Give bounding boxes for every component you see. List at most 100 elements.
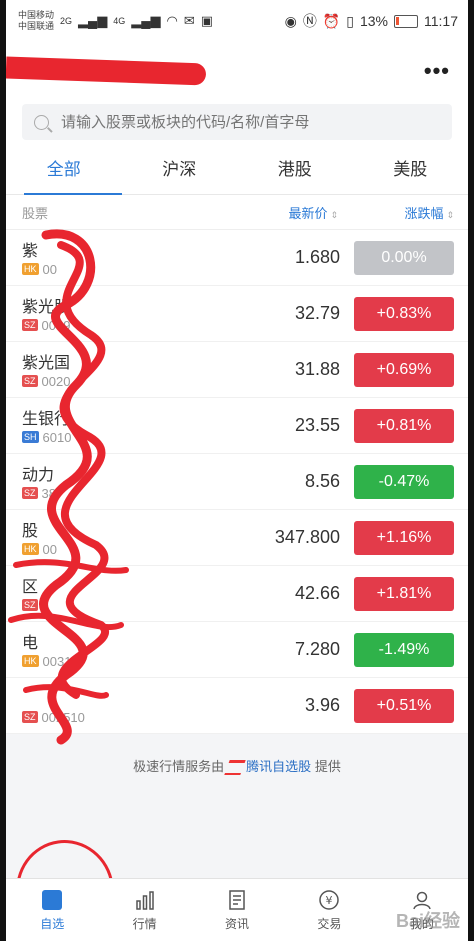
- nav-market[interactable]: 行情: [98, 879, 190, 941]
- change-badge[interactable]: +0.83%: [354, 296, 454, 331]
- stock-code: 002510: [41, 709, 85, 725]
- stock-name-cell: 电 HK 0031: [22, 622, 230, 678]
- market-badge: SZ: [22, 487, 38, 499]
- stock-name-cell: SZ 002510: [22, 678, 230, 734]
- stock-list: 紫 HK 00 1.680 0.00% 紫光股 SZ 0009 32.79 +0…: [6, 230, 468, 734]
- provider-brand[interactable]: 腾讯自选股: [246, 759, 311, 774]
- col-price-sort[interactable]: 最新价 ⇕: [218, 203, 338, 222]
- change-badge[interactable]: +1.81%: [354, 576, 454, 611]
- stock-name-cell: 动力 SZ 38: [22, 454, 230, 510]
- tab-all[interactable]: 全部: [6, 150, 122, 195]
- table-row[interactable]: 紫 HK 00 1.680 0.00%: [6, 230, 468, 286]
- nfc-icon: Ⓝ: [302, 13, 317, 29]
- tencent-stock-logo-icon: [224, 760, 246, 776]
- tab-us[interactable]: 美股: [353, 150, 469, 194]
- stock-code-wrap: HK 0031: [22, 654, 71, 669]
- status-bar: 中国移动 中国联通 2G ▂▄▆ 4G ▂▄▆ ◠ ✉ ▣ ◉ Ⓝ ⏰ ▯ 13…: [6, 0, 468, 42]
- stock-name-cell: 紫光国 SZ 0020: [22, 342, 230, 398]
- change-badge[interactable]: +0.69%: [354, 352, 454, 387]
- data-provider-note: 极速行情服务由 腾讯自选股 提供: [6, 756, 468, 776]
- market-badge: HK: [22, 655, 39, 667]
- stock-code-wrap: SZ 38: [22, 486, 56, 501]
- table-row[interactable]: 生银行 SH 6010 23.55 +0.81%: [6, 398, 468, 454]
- signal-icon-1: ▂▄▆: [78, 13, 108, 28]
- tab-hk[interactable]: 港股: [237, 150, 353, 194]
- sort-icon: ⇕: [446, 209, 454, 220]
- svg-text:¥: ¥: [326, 894, 333, 907]
- tab-shsz[interactable]: 沪深: [122, 150, 238, 194]
- search-input[interactable]: [59, 112, 403, 132]
- stock-price: 32.79: [294, 303, 340, 323]
- change-badge[interactable]: +0.51%: [354, 688, 454, 723]
- redacted-title: [6, 56, 207, 86]
- eye-icon: ◉: [284, 12, 297, 29]
- table-row[interactable]: 电 HK 0031 7.280 -1.49%: [6, 622, 468, 678]
- nav-trade[interactable]: ¥ 交易: [283, 879, 375, 941]
- stock-price: 1.680: [294, 247, 340, 267]
- stock-price: 7.280: [294, 639, 340, 659]
- status-left: 中国移动 中国联通 2G ▂▄▆ 4G ▂▄▆ ◠ ✉ ▣: [18, 10, 213, 32]
- change-badge[interactable]: +0.81%: [354, 408, 454, 443]
- table-row[interactable]: 区 SZ 3 42.66 +1.81%: [6, 566, 468, 622]
- clock: 11:17: [424, 13, 458, 29]
- col-price-label: 最新价: [288, 205, 328, 221]
- stock-price: 3.96: [304, 695, 340, 715]
- stock-name-cell: 生银行 SH 6010: [22, 398, 230, 454]
- stock-price: 42.66: [294, 583, 340, 603]
- table-row[interactable]: 紫光股 SZ 0009 32.79 +0.83%: [6, 286, 468, 342]
- stock-code: 0009: [41, 317, 71, 333]
- search-area: [6, 100, 468, 150]
- market-badge: HK: [22, 543, 39, 555]
- table-row[interactable]: 动力 SZ 38 8.56 -0.47%: [6, 454, 468, 510]
- stock-name: 电: [22, 634, 39, 652]
- stock-name-cell: 紫光股 SZ 0009: [22, 286, 230, 342]
- market-badge: SZ: [22, 319, 38, 331]
- stock-code-wrap: HK 00: [22, 542, 57, 557]
- sort-icon: ⇕: [330, 209, 338, 220]
- provider-suffix: 提供: [314, 759, 341, 774]
- col-name: 股票: [22, 205, 49, 221]
- nav-trade-label: 交易: [317, 916, 342, 931]
- watchlist-icon: [41, 889, 63, 911]
- provider-prefix: 极速行情服务由: [133, 759, 225, 774]
- carrier-2: 中国联通: [18, 21, 55, 31]
- stock-price: 347.800: [274, 527, 340, 547]
- change-badge[interactable]: 0.00%: [354, 240, 454, 275]
- column-header: 股票 最新价 ⇕ 涨跌幅 ⇕: [6, 195, 468, 230]
- vibrate-icon: ▯: [346, 12, 354, 29]
- change-badge[interactable]: -1.49%: [354, 632, 454, 667]
- stock-name: 紫光国: [22, 354, 71, 372]
- nav-watchlist[interactable]: 自选: [6, 879, 98, 941]
- stock-price: 31.88: [294, 359, 340, 379]
- nav-news[interactable]: 资讯: [191, 879, 283, 941]
- stock-code-wrap: SZ 0020: [22, 374, 70, 389]
- stock-code: 00: [42, 261, 57, 277]
- search-box[interactable]: [22, 104, 452, 140]
- stock-code: 0020: [41, 373, 71, 389]
- stock-name: 紫: [22, 242, 39, 260]
- stock-code-wrap: SZ 3: [22, 598, 49, 613]
- yen-icon: ¥: [318, 889, 340, 911]
- stock-code: 3: [41, 597, 49, 613]
- stock-code-wrap: HK 00: [22, 262, 57, 277]
- carrier-info: 中国移动 中国联通: [18, 10, 54, 32]
- change-badge[interactable]: -0.47%: [354, 464, 454, 499]
- stock-name: 动力: [22, 466, 55, 484]
- signal-icon-2: ▂▄▆: [131, 13, 161, 28]
- page-header: •••: [6, 42, 468, 100]
- stock-code-wrap: SZ 0009: [22, 318, 70, 333]
- nav-watchlist-label: 自选: [40, 916, 65, 931]
- change-badge[interactable]: +1.16%: [354, 520, 454, 555]
- market-badge: SZ: [22, 711, 38, 723]
- market-badge: SZ: [22, 599, 38, 611]
- table-row[interactable]: 股 HK 00 347.800 +1.16%: [6, 510, 468, 566]
- col-change-label: 涨跌幅: [404, 205, 444, 221]
- table-row[interactable]: SZ 002510 3.96 +0.51%: [6, 678, 468, 734]
- table-row[interactable]: 紫光国 SZ 0020 31.88 +0.69%: [6, 342, 468, 398]
- alarm-icon: ⏰: [322, 12, 341, 29]
- stock-name: 紫光股: [22, 298, 71, 316]
- col-change-sort[interactable]: 涨跌幅 ⇕: [338, 203, 454, 222]
- stock-name-cell: 股 HK 00: [22, 510, 230, 566]
- stock-name: 生银行: [22, 410, 71, 428]
- more-menu-icon[interactable]: •••: [424, 58, 450, 84]
